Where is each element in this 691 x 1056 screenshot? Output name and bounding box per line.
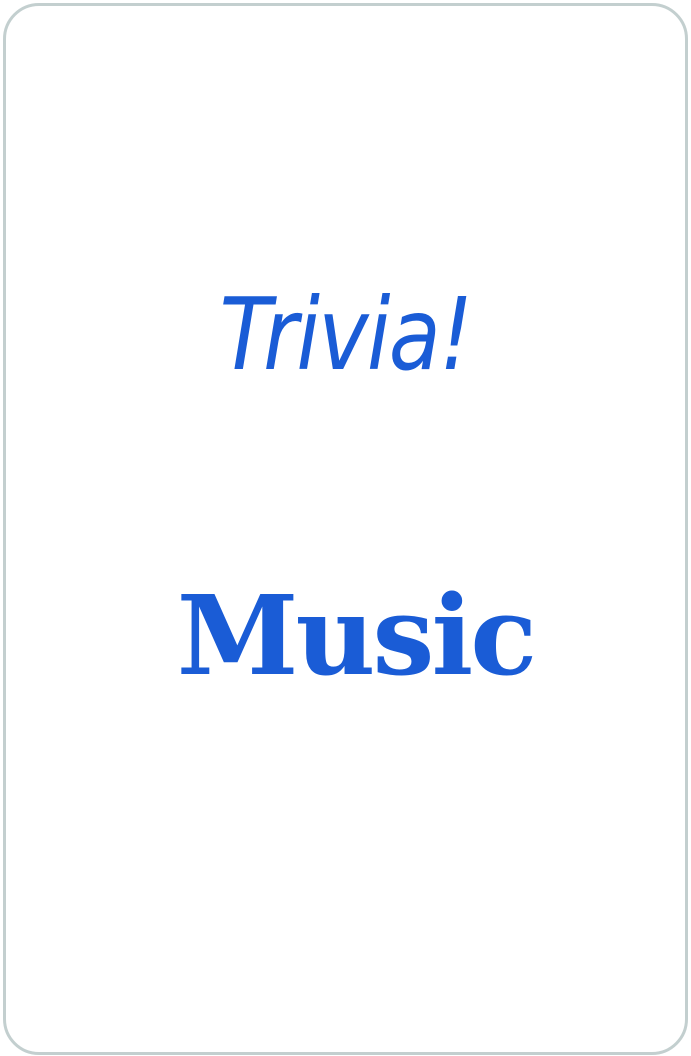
card-title: Trivia! (219, 276, 473, 393)
trivia-card[interactable]: Trivia! Music (3, 3, 688, 1055)
card-category: Music (176, 571, 537, 700)
